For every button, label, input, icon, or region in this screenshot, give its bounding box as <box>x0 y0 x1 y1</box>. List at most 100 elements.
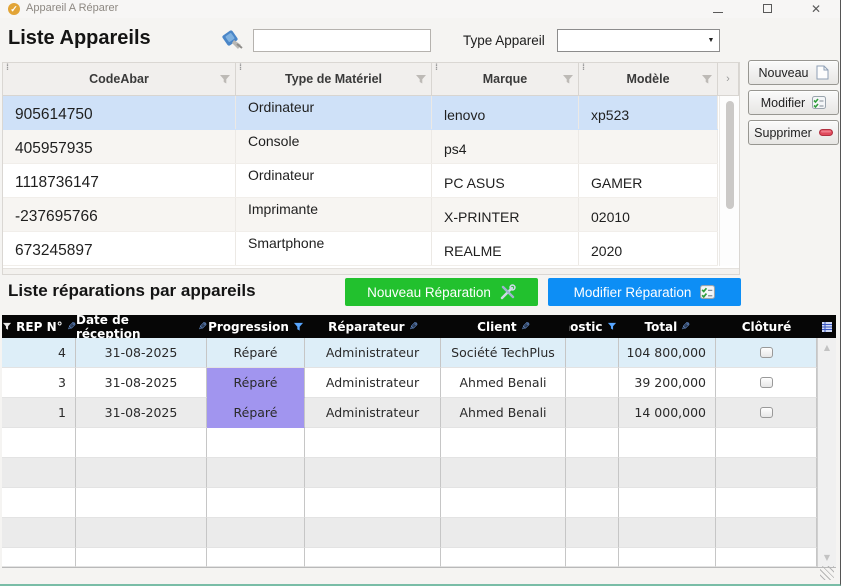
type-appareil-label: Type Appareil <box>463 33 545 48</box>
cell-marque: X-PRINTER <box>432 198 579 231</box>
cell-modele: 2020 <box>579 232 718 265</box>
column-drag-handle[interactable]: ⁞ <box>435 62 438 72</box>
filter-icon[interactable] <box>293 322 304 332</box>
repairs-vertical-scrollbar[interactable]: ▲ ▼ <box>817 338 836 567</box>
modifier-reparation-label: Modifier Réparation <box>574 285 692 300</box>
maximize-button[interactable] <box>752 0 782 18</box>
cell-modele: 02010 <box>579 198 718 231</box>
cell-date: 31-08-2025 <box>76 398 207 428</box>
devices-heading: Liste Appareils <box>8 27 151 50</box>
checklist-icon <box>700 285 715 299</box>
scroll-down-icon[interactable]: ▼ <box>818 553 836 562</box>
close-button[interactable]: ✕ <box>801 0 831 18</box>
nouveau-label: Nouveau <box>758 66 808 80</box>
cell-date: 31-08-2025 <box>76 368 207 398</box>
device-row[interactable]: 1118736147 Ordinateur PC ASUS GAMER <box>3 164 718 198</box>
column-header-progression[interactable]: Progression <box>207 315 305 338</box>
cell-type: Imprimante <box>236 198 432 231</box>
cell-marque: lenovo <box>432 96 579 129</box>
column-label: Modèle <box>626 72 669 86</box>
devices-vertical-scrollbar[interactable] <box>719 96 739 266</box>
column-drag-handle[interactable]: ⁞ <box>6 62 9 72</box>
next-column-button[interactable]: › <box>718 63 739 96</box>
empty-row <box>2 488 836 518</box>
cell-marque: PC ASUS <box>432 164 579 197</box>
nouveau-reparation-button[interactable]: Nouveau Réparation <box>345 278 538 306</box>
column-label: Progression <box>208 320 289 334</box>
barcode-scanner-icon <box>221 28 245 52</box>
cloture-checkbox[interactable] <box>760 407 773 418</box>
column-label: Réparateur <box>328 320 404 334</box>
column-drag-handle[interactable]: ⁞ <box>582 62 585 72</box>
window-resize-grip[interactable] <box>820 566 834 580</box>
edit-pencil-icon: ✎ <box>681 320 690 333</box>
filter-icon[interactable] <box>701 74 713 85</box>
column-header-rep[interactable]: REP N° ✎ <box>2 315 76 338</box>
cell-codeabar: 673245897 <box>3 232 236 265</box>
titlebar: ✓ Appareil A Réparer ✕ <box>0 0 840 18</box>
nouveau-button[interactable]: Nouveau <box>748 60 839 85</box>
cell-diagnostic <box>566 398 619 428</box>
barcode-search-input[interactable] <box>253 29 431 52</box>
cell-type: Ordinateur <box>236 164 432 197</box>
device-row[interactable]: 673245897 Smartphone REALME 2020 <box>3 232 718 266</box>
column-header-type[interactable]: ⁞ Type de Matériel <box>236 63 432 96</box>
type-appareil-dropdown[interactable]: ▼ <box>557 29 720 52</box>
cell-cloture <box>716 398 817 428</box>
scrollbar-thumb[interactable] <box>726 101 734 209</box>
cell-rep: 1 <box>2 398 76 428</box>
cloture-checkbox[interactable] <box>760 377 773 388</box>
repair-row[interactable]: 3 31-08-2025 Réparé Administrateur Ahmed… <box>2 368 836 398</box>
column-header-date[interactable]: Date de réception ✎ <box>76 315 207 338</box>
supprimer-button[interactable]: Supprimer <box>748 120 839 145</box>
window-title: Appareil A Réparer <box>26 2 118 14</box>
filter-icon[interactable] <box>219 74 231 85</box>
device-row[interactable]: -237695766 Imprimante X-PRINTER 02010 <box>3 198 718 232</box>
column-header-reparateur[interactable]: Réparateur ✎ <box>305 315 441 338</box>
column-label: Client <box>477 320 516 334</box>
cell-reparateur: Administrateur <box>305 368 441 398</box>
cell-reparateur: Administrateur <box>305 338 441 368</box>
devices-horizontal-scrollbar[interactable] <box>3 268 739 274</box>
device-row[interactable]: 405957935 Console ps4 <box>3 130 718 164</box>
modifier-button[interactable]: Modifier <box>748 90 839 115</box>
app-icon: ✓ <box>8 3 20 15</box>
cell-client: Ahmed Benali <box>441 398 566 428</box>
cell-modele <box>579 130 718 163</box>
minimize-button[interactable] <box>703 0 733 18</box>
modifier-label: Modifier <box>761 96 805 110</box>
scroll-up-icon[interactable]: ▲ <box>818 343 836 352</box>
cloture-checkbox[interactable] <box>760 347 773 358</box>
modifier-reparation-button[interactable]: Modifier Réparation <box>548 278 741 306</box>
column-drag-handle[interactable]: ⁞ <box>239 62 242 72</box>
column-header-diagnostic[interactable]: Diagnostic <box>566 315 619 338</box>
repair-row[interactable]: 4 31-08-2025 Réparé Administrateur Socié… <box>2 338 836 368</box>
column-header-marque[interactable]: ⁞ Marque <box>432 63 579 96</box>
column-label: Total <box>644 320 677 334</box>
repairs-heading: Liste réparations par appareils <box>8 281 256 301</box>
devices-table-body: 905614750 Ordinateur lenovo xp523 405957… <box>3 96 739 266</box>
cell-total: 104 800,000 <box>619 338 716 368</box>
repair-row[interactable]: 1 31-08-2025 Réparé Administrateur Ahmed… <box>2 398 836 428</box>
cell-progression: Réparé <box>207 398 305 428</box>
cell-marque: ps4 <box>432 130 579 163</box>
column-header-codeabar[interactable]: ⁞ CodeAbar <box>3 63 236 96</box>
column-header-cloture[interactable]: Clôturé <box>716 315 817 338</box>
cell-codeabar: -237695766 <box>3 198 236 231</box>
edit-pencil-icon: ✎ <box>521 320 530 333</box>
cell-progression: Réparé <box>207 368 305 398</box>
filter-icon[interactable] <box>562 74 574 85</box>
filter-icon[interactable] <box>415 74 427 85</box>
column-header-total[interactable]: Total ✎ <box>619 315 716 338</box>
filter-icon[interactable] <box>607 322 617 331</box>
table-options-icon[interactable] <box>817 315 836 338</box>
column-label: Diagnostic <box>569 320 603 334</box>
cell-type: Smartphone <box>236 232 432 265</box>
filter-icon[interactable] <box>2 322 12 331</box>
column-header-client[interactable]: Client ✎ <box>441 315 566 338</box>
cell-cloture <box>716 338 817 368</box>
column-label: Marque <box>483 72 527 86</box>
cell-type: Ordinateur <box>236 96 432 129</box>
column-header-modele[interactable]: ⁞ Modèle <box>579 63 718 96</box>
device-row[interactable]: 905614750 Ordinateur lenovo xp523 <box>3 96 718 130</box>
